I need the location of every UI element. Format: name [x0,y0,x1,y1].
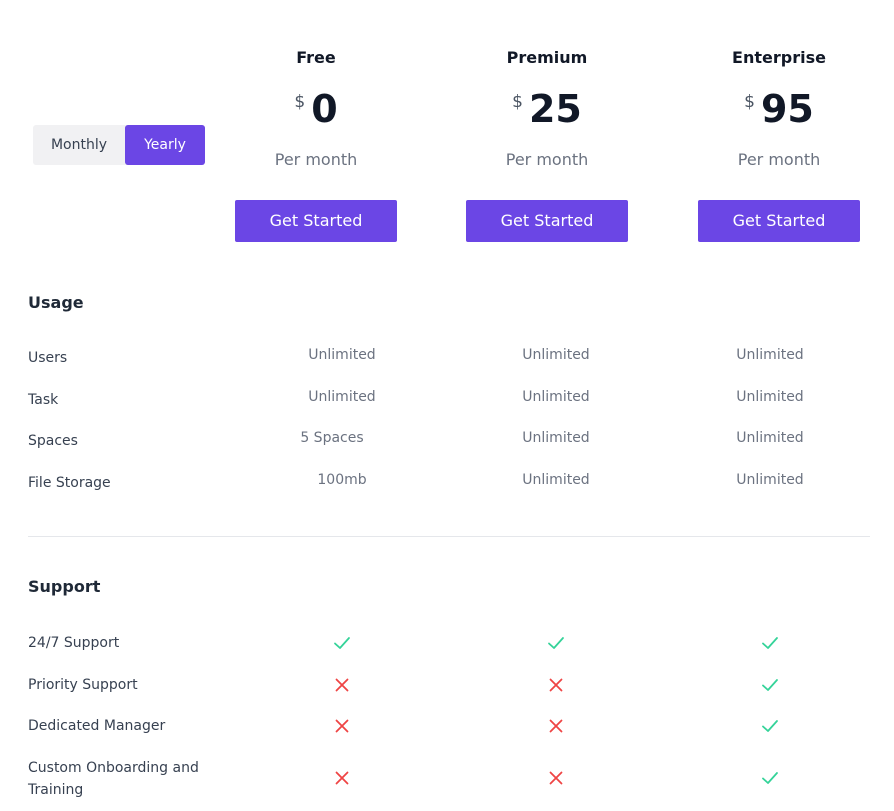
usage-label-file-storage: File Storage [28,475,111,491]
section-divider [28,536,870,537]
plan-period: Per month [505,150,589,169]
plan-name: Free [296,48,336,67]
cross-icon [546,768,566,788]
plan-name: Enterprise [732,48,826,67]
support-label-custom-onboarding: Custom Onboarding and Training [28,760,199,798]
price-amount: 0 [311,87,338,131]
get-started-button-free[interactable]: Get Started [235,200,397,242]
cross-icon [546,675,566,695]
usage-cell: 100mb [317,472,367,488]
currency-symbol: $ [512,92,523,112]
usage-cell: Unlimited [522,389,590,405]
usage-label-users: Users [28,350,68,366]
usage-cell: Unlimited [522,347,590,363]
check-icon [332,633,352,653]
currency-symbol: $ [294,92,306,112]
usage-cell: Unlimited [522,430,590,446]
usage-cell: 5 Spaces [300,430,364,446]
price-amount: 25 [528,87,582,131]
cross-icon [332,716,352,736]
check-icon [760,633,780,653]
get-started-button-enterprise[interactable]: Get Started [698,200,860,242]
usage-cell: Unlimited [736,430,804,446]
usage-label-spaces: Spaces [28,433,78,449]
check-icon [760,768,780,788]
support-label-dedicated-manager: Dedicated Manager [28,718,166,734]
plan-price: $95 [698,86,860,132]
usage-section-title: Usage [28,293,84,312]
monthly-toggle-button[interactable]: Monthly [33,125,125,165]
usage-cell: Unlimited [308,389,376,405]
cross-icon [546,716,566,736]
usage-label-task: Task [28,392,59,408]
cross-icon [332,675,352,695]
plan-period: Per month [737,150,821,169]
usage-cell: Unlimited [736,389,804,405]
usage-cell: Unlimited [736,472,804,488]
price-amount: 95 [760,87,814,131]
support-label-24-7: 24/7 Support [28,635,120,651]
support-label-priority: Priority Support [28,677,138,693]
currency-symbol: $ [744,92,755,112]
usage-cell: Unlimited [736,347,804,363]
plan-price: $25 [466,86,628,132]
get-started-button-premium[interactable]: Get Started [466,200,628,242]
check-icon [760,675,780,695]
billing-toggle: Monthly Yearly [33,125,205,165]
plan-name: Premium [506,48,588,67]
cross-icon [332,768,352,788]
plan-price: $0 [235,86,397,132]
yearly-toggle-button[interactable]: Yearly [125,125,205,165]
usage-cell: Unlimited [522,472,590,488]
plan-period: Per month [274,150,358,169]
usage-cell: Unlimited [308,347,376,363]
check-icon [760,716,780,736]
support-section-title: Support [28,577,101,596]
check-icon [546,633,566,653]
